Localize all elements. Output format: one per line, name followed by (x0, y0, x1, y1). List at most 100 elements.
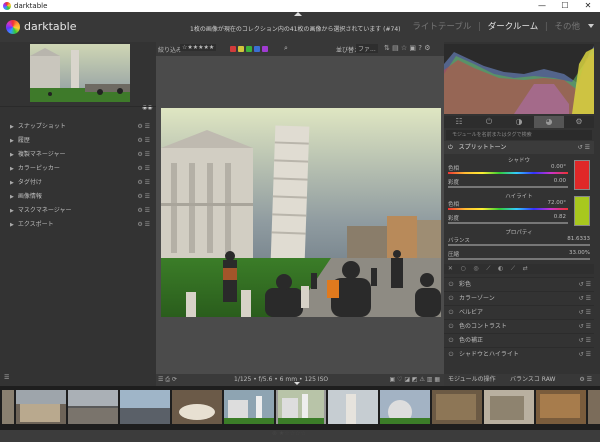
power-icon[interactable]: ⏻ (474, 116, 504, 128)
module-actions-icon[interactable]: ↺ ☰ (579, 306, 591, 319)
module-power-icon[interactable]: ⏻ (448, 144, 453, 151)
view-other[interactable]: その他 (554, 22, 580, 32)
app-icon (3, 2, 11, 10)
module-reset-icon[interactable]: ↺ ☰ (578, 141, 590, 154)
module-actions-icon[interactable]: ↺ ☰ (579, 320, 591, 333)
module-operations-label[interactable]: モジュールの操作 (448, 376, 496, 383)
red-label-icon[interactable] (230, 45, 236, 52)
module-snapshots[interactable]: ▶ スナップショット ⚙ ☰ (10, 120, 150, 133)
hue-highlight-slider[interactable] (448, 208, 568, 210)
center-view (156, 56, 444, 386)
sat-shadow-value: 0.00 (553, 178, 566, 184)
module-actions-icon[interactable]: ⚙ ☰ (137, 134, 150, 147)
search-icon[interactable]: ⌕ (284, 44, 288, 53)
module-actions-icon[interactable]: ⚙ ☰ (137, 190, 150, 203)
module-label: ベルビア (459, 309, 484, 316)
view-darkroom[interactable]: ダークルーム (488, 22, 539, 32)
sat-highlight-slider[interactable] (448, 222, 568, 224)
sort-select[interactable]: ファ... (356, 44, 378, 53)
gear-icon[interactable]: ⚙ (564, 116, 594, 128)
hue-label: 色相 (448, 166, 460, 172)
module-title: スプリットトーン (458, 144, 507, 151)
module-actions-icon[interactable]: ⚙ ☰ (137, 204, 150, 217)
module-actions-icon[interactable]: ↺ ☰ (579, 334, 591, 347)
module-actions-icon[interactable]: ⚙ ☰ (137, 120, 150, 133)
filmstrip-thumbnails[interactable] (0, 390, 600, 424)
yellow-label-icon[interactable] (238, 45, 244, 52)
bottom-left-icons[interactable]: ☰ ⎙ ⟳ (158, 374, 177, 386)
module-item-color-contrast[interactable]: ⏻ 色のコントラスト ↺ ☰ (444, 319, 594, 333)
collapse-top-icon[interactable] (294, 12, 302, 16)
maximize-button[interactable]: ☐ (555, 1, 575, 11)
green-label-icon[interactable] (246, 45, 252, 52)
module-label: 画像情報 (17, 193, 42, 200)
module-item-colorize[interactable]: ⏻ 彩色 ↺ ☰ (444, 277, 594, 291)
module-actions-icon[interactable]: ⚙ ☰ (137, 148, 150, 161)
quick-access-icon[interactable]: ☷ (444, 116, 474, 128)
left-bottom-icons[interactable]: ☰ (4, 374, 9, 381)
minimize-button[interactable]: — (532, 1, 552, 11)
highlight-color-swatch[interactable] (574, 196, 590, 226)
module-item-shadows-highlights[interactable]: ⏻ シャドウとハイライト ↺ ☰ (444, 347, 594, 361)
preset-label[interactable]: バランスコ RAW (510, 374, 555, 386)
main-photo[interactable] (161, 108, 441, 317)
module-color-picker[interactable]: ▶ カラーピッカー ⚙ ☰ (10, 162, 150, 175)
app-name: darktable (24, 20, 77, 33)
toolbar-icons[interactable]: ⇅ ▤ ☆ ▣ ? ⚙ (384, 44, 430, 52)
split-toning-header[interactable]: ⏻ スプリットトーン ↺ ☰ (444, 141, 594, 154)
module-search-input[interactable]: モジュールを名前またはタグで検索 (446, 130, 592, 140)
expand-arrow-icon: ▶ (10, 222, 14, 228)
module-mask-manager[interactable]: ▶ マスクマネージャー ⚙ ☰ (10, 204, 150, 217)
module-power-icon[interactable]: ⏻ (447, 348, 455, 361)
bottom-right-icons[interactable]: ▣ ♡ ◪ ◩ ⚠ ▥ ▦ (389, 374, 440, 386)
expand-arrow-icon: ▶ (10, 194, 14, 200)
expand-arrow-icon: ▶ (10, 152, 14, 158)
module-actions-icon[interactable]: ⚙ ☰ (137, 176, 150, 189)
rating-filter[interactable]: ☆★★★★★ (180, 44, 217, 51)
module-power-icon[interactable]: ⏻ (447, 334, 455, 347)
close-button[interactable]: ✕ (578, 1, 598, 11)
module-actions-icon[interactable]: ↺ ☰ (579, 292, 591, 305)
sat-shadow-slider[interactable] (448, 186, 568, 188)
module-power-icon[interactable]: ⏻ (447, 292, 455, 305)
module-actions-icon[interactable]: ⚙ ☰ (137, 162, 150, 175)
module-duplicate-manager[interactable]: ▶ 複製マネージャー ⚙ ☰ (10, 148, 150, 161)
view-lighttable[interactable]: ライトテーブル (412, 22, 471, 32)
module-power-icon[interactable]: ⏻ (447, 306, 455, 319)
module-power-icon[interactable]: ⏻ (447, 320, 455, 333)
saturation-label: 彩度 (448, 180, 460, 186)
balance-slider[interactable] (448, 244, 590, 246)
module-history[interactable]: ▶ 履歴 ⚙ ☰ (10, 134, 150, 147)
color-circle-icon[interactable]: ◕ (534, 116, 564, 128)
divider (0, 106, 156, 107)
selection-message: 1枚の画像が現在のコレクション内の41枚の画像から選択されています (#74) (190, 26, 401, 33)
module-actions-icon[interactable]: ↺ ☰ (579, 278, 591, 291)
collapse-bottom-icon[interactable] (294, 382, 300, 385)
blue-label-icon[interactable] (254, 45, 260, 52)
module-export[interactable]: ▶ エクスポート ⚙ ☰ (10, 218, 150, 231)
darktable-logo-icon (6, 20, 20, 34)
module-actions-icon[interactable]: ⚙ ☰ (137, 218, 150, 231)
module-power-icon[interactable]: ⏻ (447, 278, 455, 291)
blend-mode-icons[interactable]: ✕ ○ ◎ ⟋ ◐ ⟋ ⇄ (444, 264, 594, 274)
filmstrip-rating[interactable]: ⊗ ★☆☆☆☆ (272, 430, 306, 437)
module-item-color-correction[interactable]: ⏻ 色の補正 ↺ ☰ (444, 333, 594, 347)
module-item-color-zones[interactable]: ⏻ カラーゾーン ↺ ☰ (444, 291, 594, 305)
triangle-down-icon[interactable] (588, 24, 594, 28)
navigation-thumbnail[interactable] (30, 44, 130, 102)
module-tagging[interactable]: ▶ タグ付け ⚙ ☰ (10, 176, 150, 189)
compress-slider[interactable] (448, 258, 590, 260)
filmstrip (0, 386, 600, 430)
histogram[interactable] (444, 44, 594, 114)
module-image-info[interactable]: ▶ 画像情報 ⚙ ☰ (10, 190, 150, 203)
hue-shadow-slider[interactable] (448, 172, 568, 174)
shadow-color-swatch[interactable] (574, 160, 590, 190)
purple-label-icon[interactable] (262, 45, 268, 52)
module-label: エクスポート (17, 221, 54, 228)
preset-actions-icon[interactable]: ⚙ ☰ (579, 374, 592, 386)
module-actions-icon[interactable]: ↺ ☰ (579, 348, 591, 361)
expand-arrow-icon: ▶ (10, 166, 14, 172)
module-item-velvia[interactable]: ⏻ ベルビア ↺ ☰ (444, 305, 594, 319)
play-icon[interactable]: ◑ (504, 116, 534, 128)
color-label-filter[interactable] (228, 45, 268, 52)
